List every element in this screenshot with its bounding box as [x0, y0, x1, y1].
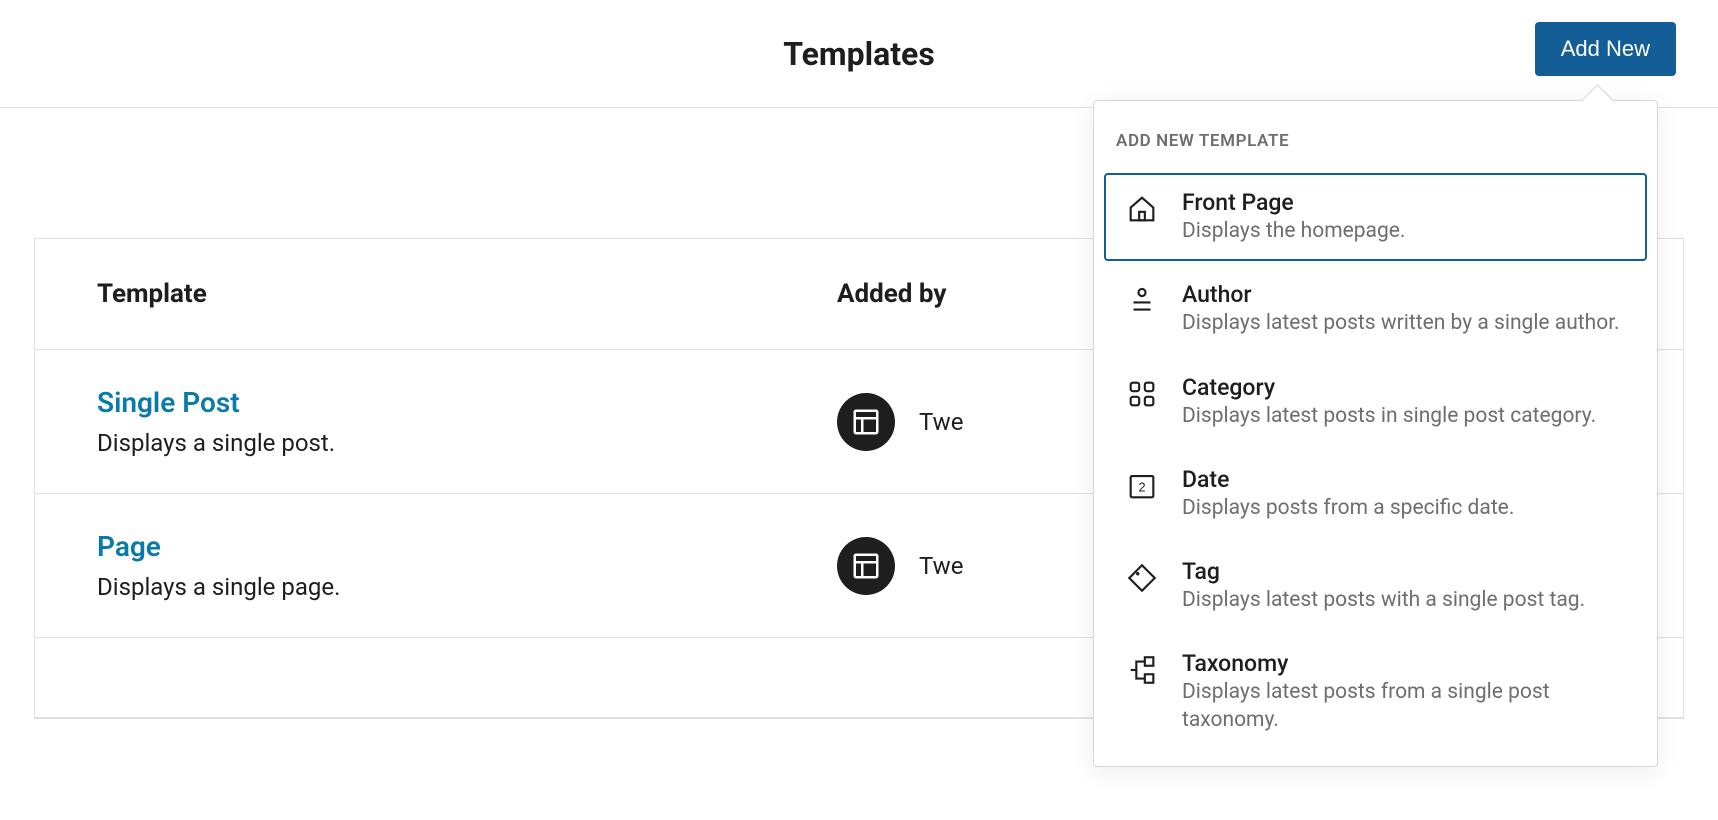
option-title: Taxonomy [1182, 650, 1627, 677]
template-cell: Single Post Displays a single post. [97, 386, 837, 457]
page-header: Templates Add New [0, 0, 1718, 108]
tag-icon [1124, 560, 1160, 596]
added-by-cell: Twe [837, 537, 963, 595]
template-option-tag[interactable]: Tag Displays latest posts with a single … [1104, 542, 1647, 630]
template-option-taxonomy[interactable]: Taxonomy Displays latest posts from a si… [1104, 634, 1647, 750]
theme-icon [837, 393, 895, 451]
option-description: Displays latest posts with a single post… [1182, 587, 1585, 614]
template-option-front-page[interactable]: Front Page Displays the homepage. [1104, 173, 1647, 261]
option-description: Displays the homepage. [1182, 218, 1405, 245]
template-link[interactable]: Page [97, 530, 161, 563]
home-icon [1124, 191, 1160, 227]
page-title: Templates [783, 35, 935, 73]
theme-name: Twe [919, 408, 963, 436]
template-option-author[interactable]: Author Displays latest posts written by … [1104, 265, 1647, 353]
added-by-cell: Twe [837, 393, 963, 451]
date-icon [1124, 468, 1160, 504]
option-description: Displays latest posts from a single post… [1182, 679, 1627, 734]
theme-name: Twe [919, 552, 963, 580]
option-title: Front Page [1182, 189, 1405, 216]
option-title: Category [1182, 374, 1596, 401]
category-icon [1124, 376, 1160, 412]
option-title: Tag [1182, 558, 1585, 585]
taxonomy-icon [1124, 652, 1160, 688]
template-option-date[interactable]: Date Displays posts from a specific date… [1104, 450, 1647, 538]
template-cell: Page Displays a single page. [97, 530, 837, 601]
option-description: Displays latest posts written by a singl… [1182, 310, 1620, 337]
option-title: Author [1182, 281, 1620, 308]
template-description: Displays a single post. [97, 429, 837, 457]
add-new-button[interactable]: Add New [1535, 22, 1676, 76]
column-header-added-by: Added by [837, 279, 946, 309]
option-description: Displays posts from a specific date. [1182, 495, 1514, 522]
popover-heading: Add New Template [1094, 123, 1657, 169]
column-header-template: Template [97, 279, 837, 309]
option-description: Displays latest posts in single post cat… [1182, 403, 1596, 430]
template-description: Displays a single page. [97, 573, 837, 601]
theme-icon [837, 537, 895, 595]
template-option-category[interactable]: Category Displays latest posts in single… [1104, 358, 1647, 446]
option-title: Date [1182, 466, 1514, 493]
author-icon [1124, 283, 1160, 319]
template-link[interactable]: Single Post [97, 386, 240, 419]
add-new-template-popover: Add New Template Front Page Displays the… [1093, 100, 1658, 767]
